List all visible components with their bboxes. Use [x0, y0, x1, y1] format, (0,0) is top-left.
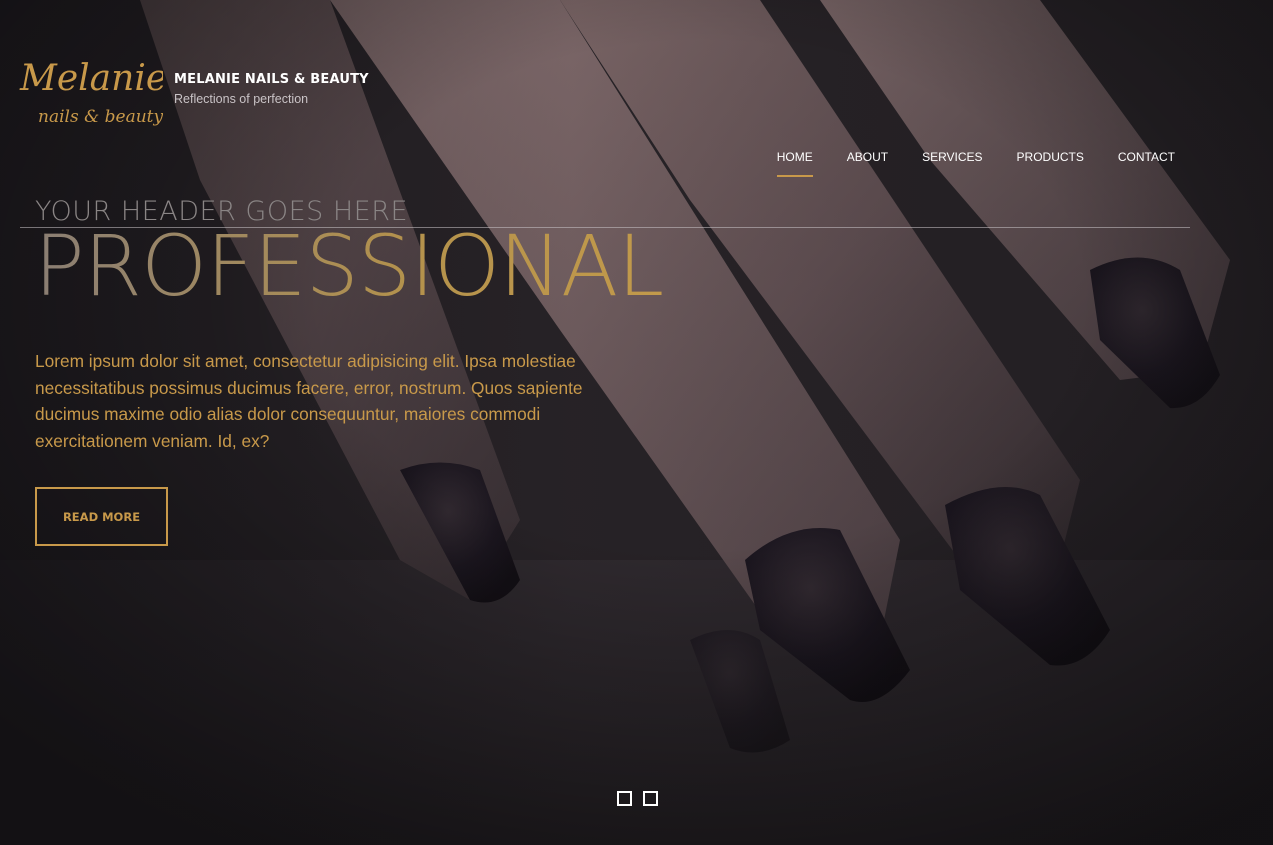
nav-item-products[interactable]: PRODUCTS	[1017, 150, 1084, 177]
nav-item-home[interactable]: HOME	[776, 150, 813, 177]
brand-name[interactable]: MELANIE NAILS & BEAUTY	[174, 72, 369, 87]
brand-block: MELANIE NAILS & BEAUTY Reflections of pe…	[174, 72, 369, 106]
nav-item-services[interactable]: SERVICES	[922, 150, 982, 177]
nav-item-contact[interactable]: CONTACT	[1118, 150, 1175, 177]
nav-item-about[interactable]: ABOUT	[847, 150, 888, 177]
hero-lead-text: Lorem ipsum dolor sit amet, consectetur …	[35, 351, 583, 451]
logo-script-top: Melanie	[19, 58, 163, 99]
slider-pagination	[617, 791, 658, 806]
read-more-button[interactable]: READ MORE	[35, 487, 168, 546]
slider-dot-1[interactable]	[617, 791, 632, 806]
hero-title: PROFESSIONAL	[34, 217, 664, 315]
melanie-logo[interactable]: Melanie nails & beauty	[18, 48, 163, 140]
logo-script-bottom: nails & beauty	[38, 107, 163, 127]
brand-tagline: Reflections of perfection	[174, 92, 309, 106]
slider-dot-2[interactable]	[643, 791, 658, 806]
main-nav: HOME ABOUT SERVICES PRODUCTS CONTACT	[743, 150, 1175, 177]
